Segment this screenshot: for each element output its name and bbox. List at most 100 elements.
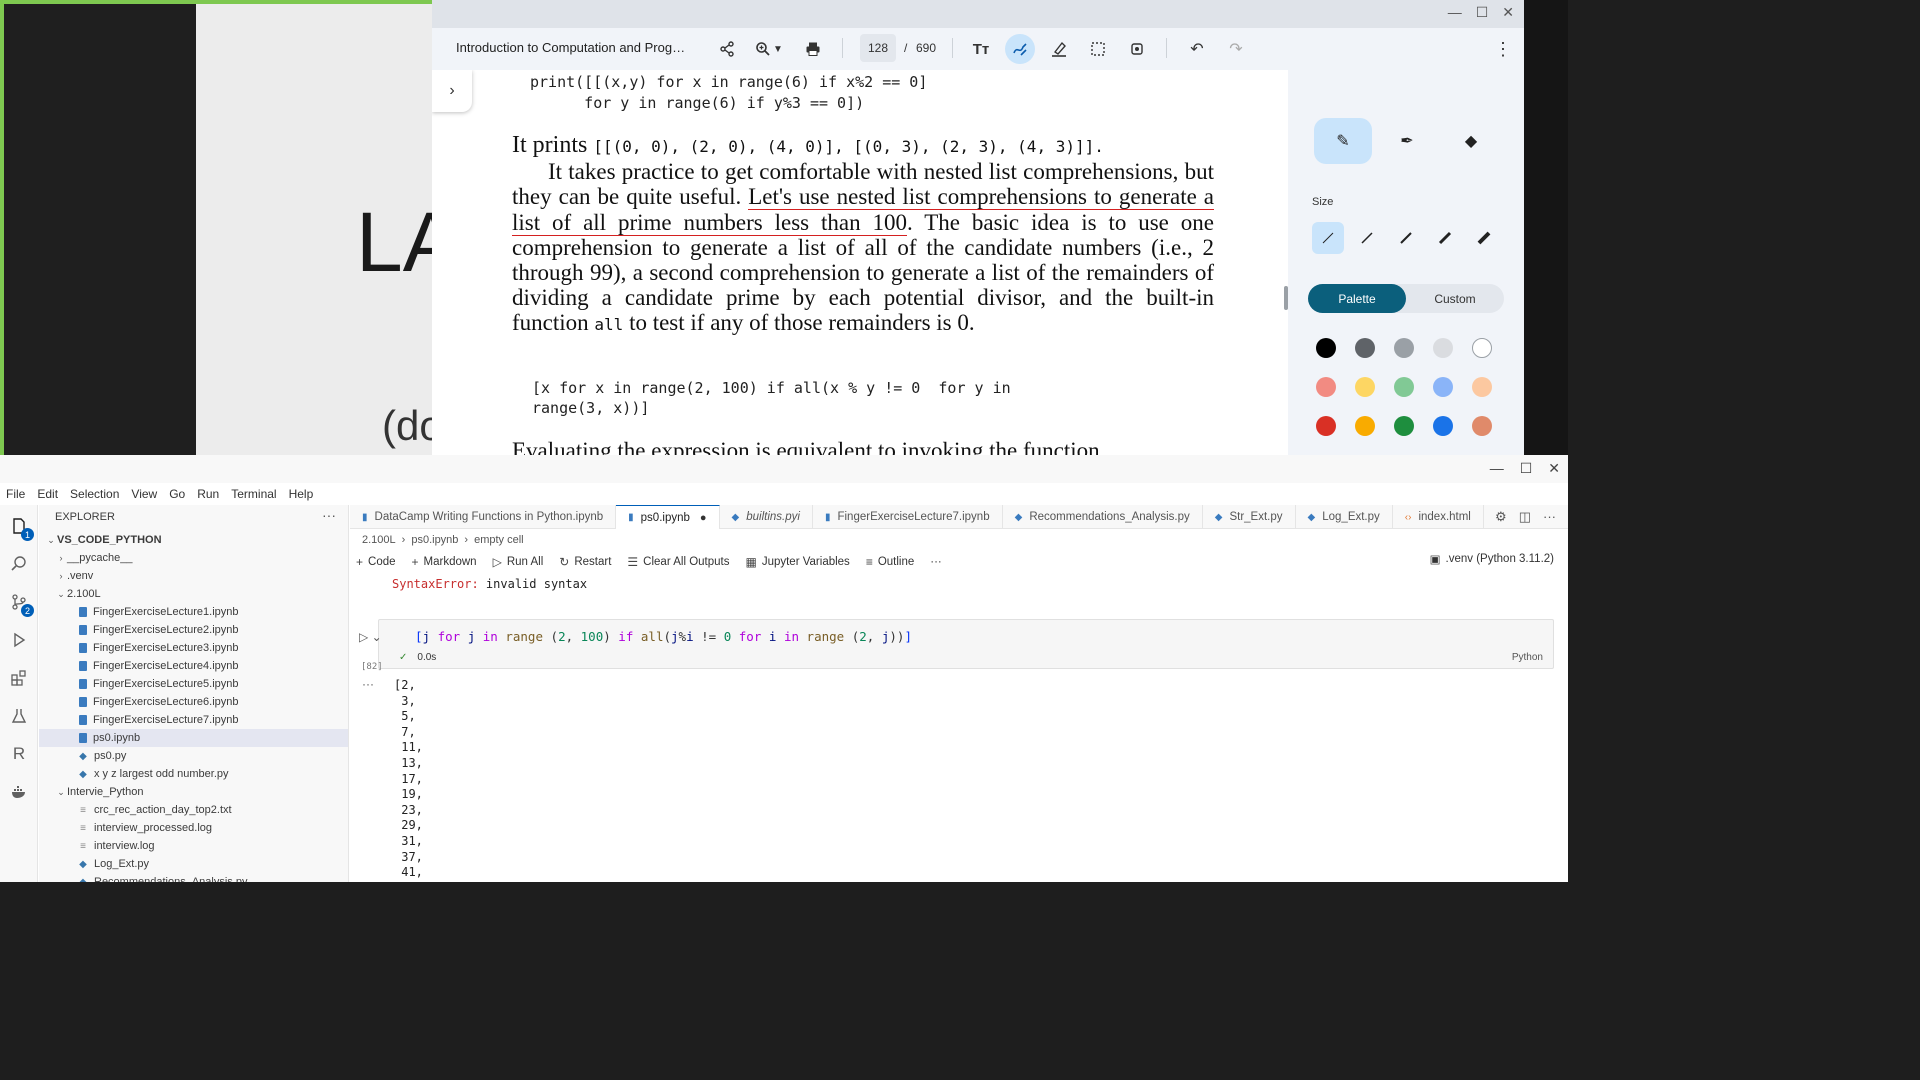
add-markdown-button[interactable]: + Markdown <box>412 555 477 569</box>
size-4-icon[interactable] <box>1429 222 1461 254</box>
redo-icon[interactable]: ↷ <box>1221 34 1251 64</box>
tree-file[interactable]: ◆ x y z largest odd number.py <box>39 765 348 783</box>
tree-file[interactable]: ≡ crc_rec_action_day_top2.txt <box>39 801 348 819</box>
minimize-icon[interactable]: — <box>1490 460 1504 477</box>
restart-button[interactable]: ↻ Restart <box>559 555 611 569</box>
toolbar-more-button[interactable]: ··· <box>930 556 942 568</box>
menu-item-run[interactable]: Run <box>197 487 219 501</box>
draw-icon[interactable] <box>1005 34 1035 64</box>
color-swatch[interactable] <box>1472 338 1492 358</box>
color-swatch[interactable] <box>1355 416 1375 436</box>
maximize-icon[interactable]: ☐ <box>1520 460 1533 477</box>
color-swatch[interactable] <box>1316 416 1336 436</box>
editor-more-icon[interactable]: ··· <box>1543 509 1556 525</box>
editor-tab[interactable]: ◆ Recommendations_Analysis.py <box>1003 505 1203 529</box>
color-swatch[interactable] <box>1394 416 1414 436</box>
pen-icon[interactable]: ✎ <box>1314 118 1372 164</box>
breadcrumb-item[interactable]: empty cell <box>474 534 524 546</box>
close-icon[interactable]: ✕ <box>1502 4 1514 21</box>
sidebar-toggle-icon[interactable]: › <box>432 70 472 112</box>
docker-icon[interactable] <box>4 777 34 807</box>
highlighter-icon[interactable] <box>1044 34 1074 64</box>
menu-item-view[interactable]: View <box>131 487 157 501</box>
palette-tab[interactable]: Palette <box>1308 284 1406 313</box>
cell-language[interactable]: Python <box>1512 652 1543 663</box>
search-icon[interactable] <box>4 549 34 579</box>
testing-icon[interactable] <box>4 701 34 731</box>
tree-file[interactable]: ≡ interview_processed.log <box>39 819 348 837</box>
undo-icon[interactable]: ↶ <box>1182 34 1212 64</box>
tree-file[interactable]: FingerExerciseLecture2.ipynb <box>39 621 348 639</box>
color-swatch[interactable] <box>1394 338 1414 358</box>
kernel-picker[interactable]: ▣ .venv (Python 3.11.2) <box>1430 552 1554 566</box>
editor-tab[interactable]: ▮ ps0.ipynb ● <box>616 505 720 529</box>
editor-tab[interactable]: ◆ builtins.pyi <box>720 505 813 529</box>
color-swatch[interactable] <box>1433 377 1453 397</box>
tree-folder[interactable]: › .venv <box>39 567 348 585</box>
menu-item-edit[interactable]: Edit <box>37 487 58 501</box>
print-icon[interactable] <box>798 34 828 64</box>
share-icon[interactable] <box>712 34 742 64</box>
marker-icon[interactable]: ✒ <box>1378 118 1436 164</box>
unsaved-dot-icon[interactable]: ● <box>700 512 707 524</box>
color-swatch[interactable] <box>1355 338 1375 358</box>
menu-item-file[interactable]: File <box>6 487 25 501</box>
source-control-icon[interactable]: 2 <box>4 587 34 617</box>
custom-tab[interactable]: Custom <box>1406 284 1504 313</box>
rotate-icon[interactable] <box>1122 34 1152 64</box>
outline-button[interactable]: ≡ Outline <box>866 555 914 569</box>
color-swatch[interactable] <box>1316 377 1336 397</box>
color-swatch[interactable] <box>1355 377 1375 397</box>
color-swatch[interactable] <box>1433 416 1453 436</box>
code-cell[interactable]: ▷ ⌄ [82] [j for j in range (2, 100) if a… <box>359 619 1554 672</box>
tree-file[interactable]: FingerExerciseLecture1.ipynb <box>39 603 348 621</box>
run-debug-icon[interactable] <box>4 625 34 655</box>
clear-outputs-button[interactable]: ☰ Clear All Outputs <box>627 555 729 569</box>
size-5-icon[interactable] <box>1468 222 1500 254</box>
menu-item-help[interactable]: Help <box>289 487 314 501</box>
tree-folder[interactable]: ⌄ VS_CODE_PYTHON <box>39 531 348 549</box>
minimize-icon[interactable]: — <box>1448 4 1462 21</box>
color-swatch[interactable] <box>1472 377 1492 397</box>
size-3-icon[interactable] <box>1390 222 1422 254</box>
run-all-button[interactable]: ▷ Run All <box>493 555 544 569</box>
editor-tab[interactable]: ‹› index.html <box>1393 505 1484 529</box>
tree-folder[interactable]: ⌄ 2.100L <box>39 585 348 603</box>
tree-folder[interactable]: ⌄ Intervie_Python <box>39 783 348 801</box>
split-editor-icon[interactable]: ◫ <box>1519 509 1531 525</box>
tree-file[interactable]: ≡ interview.log <box>39 837 348 855</box>
menu-item-selection[interactable]: Selection <box>70 487 119 501</box>
size-1-icon[interactable] <box>1312 222 1344 254</box>
tree-folder[interactable]: › __pycache__ <box>39 549 348 567</box>
tree-file[interactable]: FingerExerciseLecture7.ipynb <box>39 711 348 729</box>
settings-gear-icon[interactable]: ⚙ <box>1495 509 1507 525</box>
color-swatch[interactable] <box>1316 338 1336 358</box>
output-more-icon[interactable]: ··· <box>362 677 374 691</box>
tree-file[interactable]: ◆ ps0.py <box>39 747 348 765</box>
editor-tab[interactable]: ◆ Log_Ext.py <box>1296 505 1393 529</box>
select-area-icon[interactable] <box>1083 34 1113 64</box>
explorer-icon[interactable]: 1 <box>4 511 34 541</box>
r-extension-icon[interactable]: R <box>4 739 34 769</box>
tree-file[interactable]: ◆ Recommendations_Analysis.py <box>39 873 348 882</box>
jupyter-variables-button[interactable]: ▦ Jupyter Variables <box>745 555 849 569</box>
color-swatch[interactable] <box>1433 338 1453 358</box>
menu-item-terminal[interactable]: Terminal <box>231 487 276 501</box>
add-code-button[interactable]: + Code <box>356 555 396 569</box>
breadcrumb-item[interactable]: 2.100L <box>362 534 396 546</box>
menu-item-go[interactable]: Go <box>169 487 185 501</box>
zoom-dropdown-icon[interactable]: ▼ <box>770 34 786 64</box>
eraser-icon[interactable]: ◆ <box>1442 118 1500 164</box>
editor-tab[interactable]: ◆ Str_Ext.py <box>1203 505 1296 529</box>
text-size-icon[interactable]: Tт <box>966 34 996 64</box>
tree-file[interactable]: ps0.ipynb <box>39 729 348 747</box>
close-icon[interactable]: ✕ <box>1548 460 1560 477</box>
tree-file[interactable]: FingerExerciseLecture5.ipynb <box>39 675 348 693</box>
explorer-more-icon[interactable]: ··· <box>322 507 336 523</box>
maximize-icon[interactable]: ☐ <box>1476 4 1489 21</box>
color-swatch[interactable] <box>1472 416 1492 436</box>
color-swatch[interactable] <box>1394 377 1414 397</box>
more-options-icon[interactable]: ⋮ <box>1488 34 1518 64</box>
size-2-icon[interactable] <box>1351 222 1383 254</box>
tree-file[interactable]: FingerExerciseLecture3.ipynb <box>39 639 348 657</box>
